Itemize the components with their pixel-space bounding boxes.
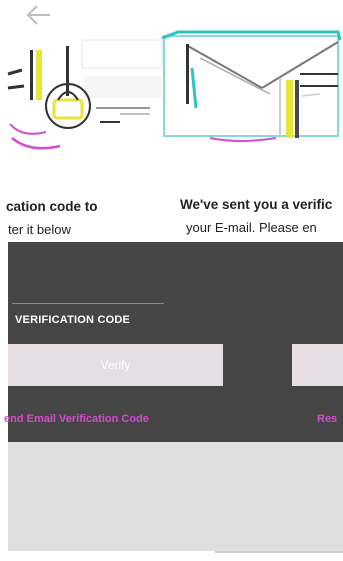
- resend-code-link-duplicate[interactable]: Res: [317, 413, 337, 425]
- dark-panel: [8, 242, 343, 442]
- message-body-right: your E-mail. Please en: [186, 220, 317, 235]
- code-field-label: VERIFICATION CODE: [15, 314, 131, 326]
- bottom-panel: [8, 442, 343, 551]
- verify-button-duplicate[interactable]: [292, 344, 343, 386]
- home-indicator: [215, 551, 343, 553]
- message-title-left: cation code to: [6, 199, 98, 214]
- arrow-left-icon: [26, 5, 50, 25]
- back-button[interactable]: [24, 2, 54, 28]
- envelope-illustration: [0, 28, 343, 168]
- message-title-right: We've sent you a verific: [180, 197, 333, 212]
- code-input-underline[interactable]: [12, 303, 164, 304]
- message-body-left: ter it below: [8, 222, 71, 237]
- envelope-illustration-icon: [7, 30, 342, 150]
- resend-code-link[interactable]: end Email Verification Code: [4, 413, 149, 425]
- verify-button[interactable]: Verify: [8, 344, 223, 386]
